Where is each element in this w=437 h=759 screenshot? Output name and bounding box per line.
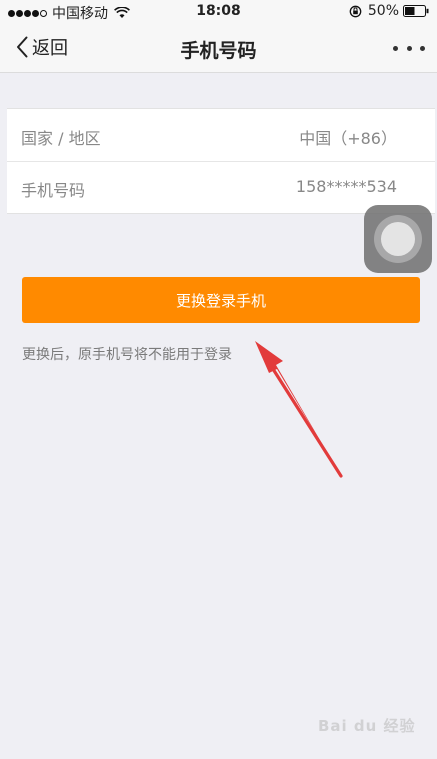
more-dot xyxy=(406,45,412,51)
watermark-text: Bai du 经验 xyxy=(318,717,416,735)
status-right: 50% xyxy=(349,3,429,19)
phone-info-list: 国家 / 地区 中国（+86） 手机号码 158*****534 xyxy=(7,108,435,214)
nav-bar: 返回 手机号码 xyxy=(0,24,437,73)
change-login-phone-button[interactable]: 更换登录手机 xyxy=(22,277,420,323)
more-button[interactable] xyxy=(393,36,425,60)
status-bar: 中国移动 18:08 50% xyxy=(0,0,437,24)
country-region-row[interactable]: 国家 / 地区 中国（+86） xyxy=(7,109,435,161)
rotation-lock-icon xyxy=(349,5,362,17)
phone-number-value: 158*****534 xyxy=(295,177,397,196)
more-dot xyxy=(420,45,425,51)
battery-percent: 50% xyxy=(367,3,399,19)
battery-icon xyxy=(403,5,429,17)
more-dot xyxy=(393,45,398,51)
baidu-jingyan-watermark: Bai du 经验 xyxy=(318,703,428,743)
country-region-value: 中国（+86） xyxy=(299,129,397,148)
phone-number-label: 手机号码 xyxy=(21,181,86,200)
country-region-label: 国家 / 地区 xyxy=(21,129,101,148)
page-title: 手机号码 xyxy=(180,40,257,62)
phone-number-row: 手机号码 158*****534 xyxy=(7,161,435,213)
assistive-touch-icon[interactable] xyxy=(364,205,432,273)
change-phone-hint: 更换后，原手机号将不能用于登录 xyxy=(22,347,232,363)
